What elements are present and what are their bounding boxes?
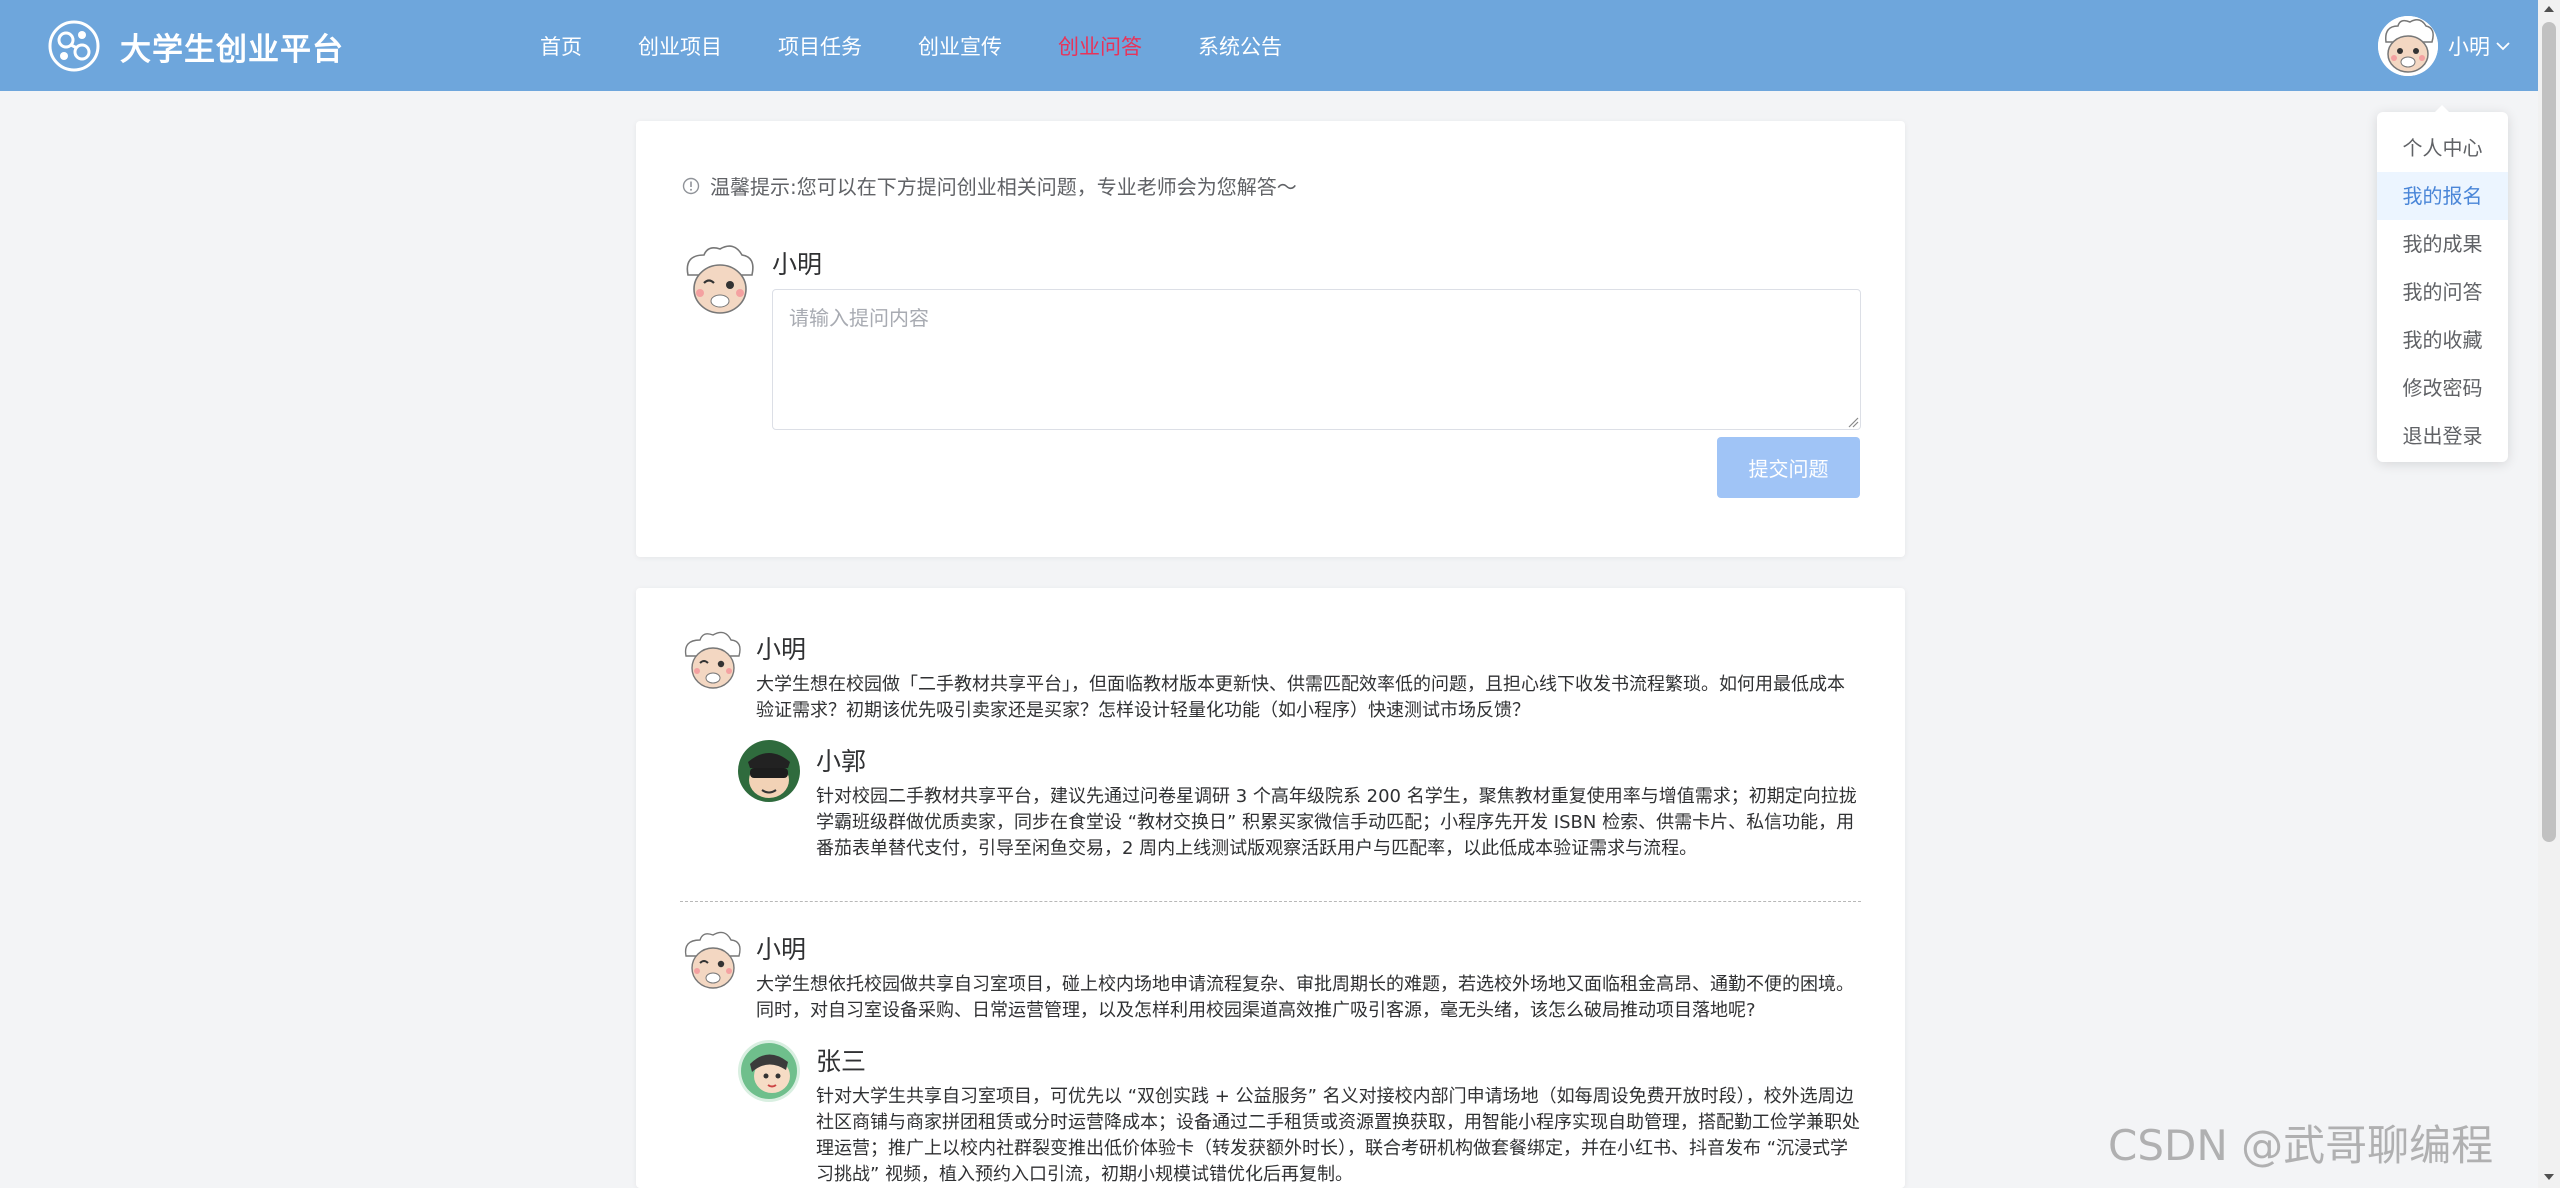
tip-text: 温馨提示:您可以在下方提问创业相关问题，专业老师会为您解答～ — [710, 175, 1297, 199]
scroll-up-arrow-icon[interactable] — [2544, 6, 2554, 12]
chevron-down-icon[interactable] — [2496, 41, 2510, 51]
answer-user-name: 小郭 — [816, 747, 867, 776]
cartoon-avatar-icon — [738, 1040, 800, 1102]
qa-list-card: 小明 大学生想在校园做「二手教材共享平台」，但面临教材版本更新快、供需匹配效率低… — [636, 588, 1905, 1188]
resize-grip-icon[interactable] — [1848, 417, 1859, 428]
user-name[interactable]: 小明 — [2448, 31, 2490, 61]
user-menu-trigger[interactable]: 小明 — [2378, 16, 2510, 76]
menu-item-logout[interactable]: 退出登录 — [2377, 412, 2508, 460]
tip-banner: 温馨提示:您可以在下方提问创业相关问题，专业老师会为您解答～ — [682, 171, 1297, 200]
ask-question-card: 温馨提示:您可以在下方提问创业相关问题，专业老师会为您解答～ 小明 提交问题 — [636, 121, 1905, 557]
question-user-name: 小明 — [756, 635, 807, 664]
question-user-name: 小明 — [756, 935, 807, 964]
cartoon-avatar-icon — [2378, 16, 2438, 76]
brand[interactable]: 大学生创业平台 — [46, 18, 344, 74]
menu-item-profile[interactable]: 个人中心 — [2377, 124, 2508, 172]
menu-item-my-achievements[interactable]: 我的成果 — [2377, 220, 2508, 268]
list-item: 小明 大学生想依托校园做共享自习室项目，碰上校内场地申请流程复杂、审批周期长的难… — [680, 928, 1861, 1188]
page-scrollbar[interactable] — [2538, 0, 2560, 1188]
answer-text: 针对校园二手教材共享平台，建议先通过问卷星调研 3 个高年级院系 200 名学生… — [816, 786, 1857, 859]
avatar — [684, 931, 741, 989]
user-dropdown-menu: 个人中心 我的报名 我的成果 我的问答 我的收藏 修改密码 退出登录 — [2377, 105, 2508, 462]
avatar — [738, 1040, 800, 1102]
avatar[interactable] — [2378, 16, 2438, 76]
nav-announcements[interactable]: 系统公告 — [1198, 31, 1282, 61]
nav-home[interactable]: 首页 — [540, 31, 582, 61]
scroll-thumb[interactable] — [2542, 22, 2556, 842]
info-circle-icon — [682, 177, 700, 194]
avatar — [738, 740, 800, 802]
question-text: 大学生想依托校园做共享自习室项目，碰上校内场地申请流程复杂、审批周期长的难题，若… — [756, 974, 1854, 1021]
submit-question-button[interactable]: 提交问题 — [1717, 437, 1860, 498]
ask-user-name: 小明 — [772, 250, 823, 279]
nav-projects[interactable]: 创业项目 — [638, 31, 722, 61]
main-nav: 首页 创业项目 项目任务 创业宣传 创业问答 系统公告 — [540, 0, 1338, 91]
nav-promotion[interactable]: 创业宣传 — [918, 31, 1002, 61]
brand-logo-icon — [48, 20, 100, 72]
menu-item-my-registrations[interactable]: 我的报名 — [2377, 172, 2508, 220]
list-item: 小明 大学生想在校园做「二手教材共享平台」，但面临教材版本更新快、供需匹配效率低… — [680, 628, 1861, 888]
avatar — [686, 245, 754, 314]
question-textarea[interactable] — [772, 289, 1861, 430]
answer-user-name: 张三 — [816, 1047, 867, 1076]
answer-text: 针对大学生共享自习室项目，可优先以 “双创实践 + 公益服务” 名义对接校内部门… — [816, 1086, 1860, 1185]
avatar — [684, 631, 741, 689]
top-nav-bar: 大学生创业平台 首页 创业项目 项目任务 创业宣传 创业问答 系统公告 小明 — [0, 0, 2538, 91]
menu-item-change-password[interactable]: 修改密码 — [2377, 364, 2508, 412]
cartoon-avatar-icon — [738, 740, 800, 802]
nav-tasks[interactable]: 项目任务 — [778, 31, 862, 61]
menu-item-my-favorites[interactable]: 我的收藏 — [2377, 316, 2508, 364]
menu-item-my-qa[interactable]: 我的问答 — [2377, 268, 2508, 316]
scroll-down-arrow-icon[interactable] — [2544, 1174, 2554, 1180]
question-text: 大学生想在校园做「二手教材共享平台」，但面临教材版本更新快、供需匹配效率低的问题… — [756, 674, 1845, 721]
nav-qa[interactable]: 创业问答 — [1058, 31, 1142, 61]
watermark: CSDN @武哥聊编程 — [2108, 1121, 2494, 1170]
brand-name: 大学生创业平台 — [120, 31, 344, 68]
divider — [680, 901, 1861, 902]
